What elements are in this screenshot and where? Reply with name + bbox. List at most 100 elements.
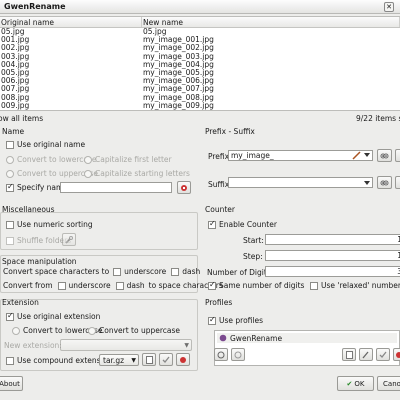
underscore-to-space-checkbox[interactable] <box>57 281 66 290</box>
capitalize-starting-radio[interactable]: Capitalize starting letters <box>84 169 190 178</box>
about-button[interactable]: About <box>0 376 23 391</box>
table-row[interactable]: 005.jpg my_image_005.jpg <box>0 69 400 77</box>
use-profiles-checkbox[interactable]: Use profiles <box>208 315 263 325</box>
table-row[interactable]: 003.jpg my_image_003.jpg <box>0 53 400 61</box>
prefix-suffix-title: Prefix - Suffix <box>205 127 255 136</box>
checkbox[interactable] <box>310 281 318 290</box>
checkbox[interactable] <box>208 219 216 229</box>
prefix-insert-button[interactable] <box>377 149 392 162</box>
radio-indicator <box>84 155 92 164</box>
column-original-name[interactable]: Original name <box>0 17 142 27</box>
ok-button[interactable]: ✔ OK <box>337 376 374 391</box>
checkbox[interactable] <box>6 356 14 365</box>
checkbox[interactable] <box>6 140 14 149</box>
original-name-cell: 005.jpg <box>1 68 30 77</box>
brush-icon[interactable] <box>352 151 361 160</box>
original-name-cell: 008.jpg <box>1 93 30 102</box>
chevron-down-icon[interactable] <box>364 152 370 158</box>
use-profiles-label: Use profiles <box>219 316 263 325</box>
cancel-button[interactable]: Cano <box>377 376 400 391</box>
suffix-input[interactable] <box>228 177 373 188</box>
space-to-underscore-checkbox[interactable] <box>113 267 122 276</box>
profile-item[interactable]: GwenRename <box>217 333 397 343</box>
table-row[interactable]: 004.jpg my_image_004.jpg <box>0 61 400 69</box>
specify-name-pick-button[interactable] <box>177 181 191 194</box>
file-list[interactable]: Original name New name 05.jpg 05.jpg 001.… <box>0 16 400 111</box>
checkbox[interactable] <box>6 182 14 192</box>
prefix-extra-button[interactable] <box>395 149 400 162</box>
step-spinbox[interactable]: 1 <box>265 250 400 261</box>
same-digits-checkbox[interactable]: Same number of digits <box>208 280 304 290</box>
chevron-down-icon[interactable] <box>364 180 370 186</box>
start-spinbox[interactable]: 1 <box>265 234 400 245</box>
table-row[interactable]: 007.jpg my_image_007.jpg <box>0 85 400 93</box>
original-name-cell: 002.jpg <box>1 44 30 53</box>
extension-section-title: Extension <box>2 298 39 307</box>
original-name-cell: 007.jpg <box>1 85 30 94</box>
numeric-sorting-checkbox[interactable]: Use numeric sorting <box>6 220 93 229</box>
remove-icon <box>180 356 186 363</box>
radio-indicator <box>88 326 96 335</box>
dash-to-space-checkbox[interactable] <box>115 281 124 290</box>
profile-new-button[interactable] <box>342 348 356 361</box>
specify-name-input[interactable] <box>60 182 172 193</box>
new-name-cell: my_image_008.jpg <box>143 93 214 102</box>
table-row[interactable]: 009.jpg my_image_009.jpg <box>0 102 400 110</box>
compound-extension-select[interactable]: tar.gz ▼ <box>99 354 139 366</box>
show-all-items-toggle[interactable]: ow all items <box>0 113 198 125</box>
capitalize-first-radio[interactable]: Capitalize first letter <box>84 155 172 164</box>
checkbox[interactable] <box>6 311 14 321</box>
profiles-section-title: Profiles <box>205 298 233 307</box>
new-name-cell: my_image_009.jpg <box>143 101 214 110</box>
checkbox[interactable] <box>208 280 216 290</box>
cancel-button-label: Cano <box>383 379 400 388</box>
table-row[interactable]: 05.jpg 05.jpg <box>0 28 400 36</box>
profile-remove-button[interactable] <box>393 348 400 361</box>
suffix-extra-button[interactable] <box>395 176 400 189</box>
radio-indicator <box>6 169 14 178</box>
compound-remove-button[interactable] <box>176 353 190 366</box>
new-extension-label: New extension: <box>4 341 62 350</box>
new-name-cell: my_image_003.jpg <box>143 52 214 61</box>
profile-accept-button[interactable] <box>376 348 390 361</box>
suffix-insert-button[interactable] <box>377 176 392 189</box>
about-button-label: About <box>0 379 20 388</box>
new-name-cell: my_image_005.jpg <box>143 68 214 77</box>
checkbox[interactable] <box>6 236 14 245</box>
checkbox[interactable] <box>208 315 216 325</box>
shuffle-settings-button[interactable] <box>62 233 76 246</box>
radio-indicator <box>84 169 92 178</box>
new-extension-combo[interactable]: ▼ <box>60 339 192 351</box>
table-row[interactable]: 008.jpg my_image_008.jpg <box>0 94 400 102</box>
relaxed-numbering-checkbox[interactable]: Use 'relaxed' numberi <box>310 281 400 290</box>
use-original-name-checkbox[interactable]: Use original name <box>6 140 85 149</box>
table-row[interactable]: 001.jpg my_image_001.jpg <box>0 36 400 44</box>
compound-add-button[interactable] <box>142 353 156 366</box>
convert-lowercase-radio[interactable]: Convert to lowercase <box>6 155 97 164</box>
space-to-dash-checkbox[interactable] <box>171 267 180 276</box>
original-name-cell: 003.jpg <box>1 52 30 61</box>
profile-item-label: GwenRename <box>230 333 283 343</box>
capitalize-first-label: Capitalize first letter <box>95 155 172 164</box>
table-row[interactable]: 002.jpg my_image_002.jpg <box>0 44 400 52</box>
profile-icon <box>219 334 227 342</box>
profile-refresh-button[interactable] <box>231 348 245 361</box>
wrench-icon <box>65 235 73 244</box>
name-section-title: Name <box>2 127 25 136</box>
profile-load-button[interactable] <box>214 348 228 361</box>
column-new-name[interactable]: New name <box>142 17 400 27</box>
compound-accept-button[interactable] <box>159 353 173 366</box>
table-row[interactable]: 006.jpg my_image_006.jpg <box>0 77 400 85</box>
ok-check-icon: ✔ <box>346 379 353 388</box>
window-title: GwenRename <box>4 2 66 11</box>
remove-icon <box>396 351 400 358</box>
enable-counter-checkbox[interactable]: Enable Counter <box>208 219 277 229</box>
digits-spinbox[interactable]: 3 <box>265 266 400 277</box>
convert-space-label: Convert space characters to <box>3 267 110 276</box>
use-original-extension-checkbox[interactable]: Use original extension <box>6 311 100 321</box>
close-icon[interactable]: ✕ <box>384 1 394 12</box>
ext-uppercase-radio[interactable]: Convert to uppercase <box>88 326 180 335</box>
profile-edit-button[interactable] <box>359 348 373 361</box>
new-name-cell: 05.jpg <box>143 28 167 36</box>
checkbox[interactable] <box>6 220 14 229</box>
